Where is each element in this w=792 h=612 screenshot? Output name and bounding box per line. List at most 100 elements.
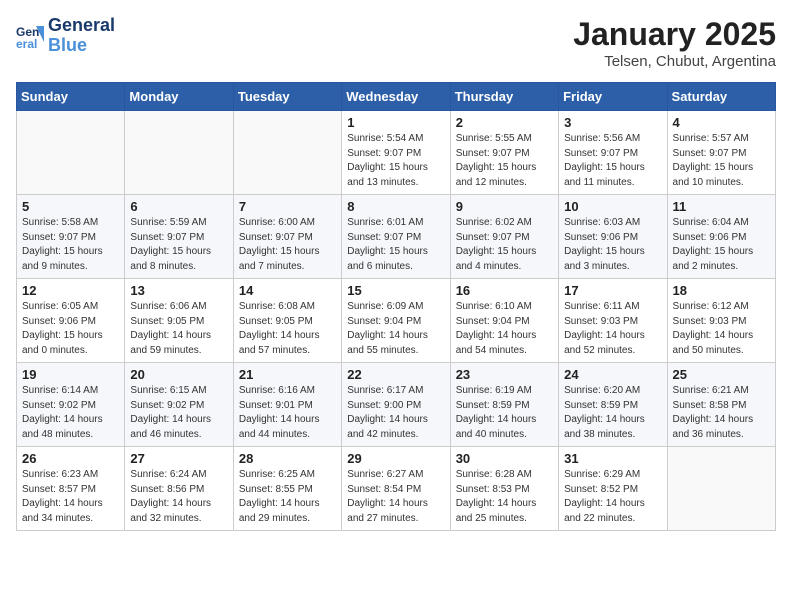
weekday-header: Friday xyxy=(559,83,667,111)
cell-content: Sunrise: 6:05 AMSunset: 9:06 PMDaylight:… xyxy=(22,300,119,358)
calendar-cell: 6 Sunrise: 5:59 AMSunset: 9:07 PMDaylight… xyxy=(125,195,233,279)
cell-content: Sunrise: 6:25 AMSunset: 8:55 PMDaylight:… xyxy=(239,468,336,526)
calendar-cell: 4Sunrise: 5:57 AMSunset: 9:07 PMDaylight… xyxy=(667,111,775,195)
day-number: 17 xyxy=(564,283,661,298)
cell-content: Sunrise: 6:27 AMSunset: 8:54 PMDaylight:… xyxy=(347,468,444,526)
cell-content: Sunrise: 6:24 AMSunset: 8:56 PMDaylight:… xyxy=(130,468,227,526)
calendar-cell: 10 Sunrise: 6:03 AMSunset: 9:06 PMDayligh… xyxy=(559,195,667,279)
cell-content: Sunrise: 6:28 AMSunset: 8:53 PMDaylight:… xyxy=(456,468,553,526)
day-number: 22 xyxy=(347,367,444,382)
calendar-cell: 7Sunrise: 6:00 AMSunset: 9:07 PMDaylight… xyxy=(233,195,341,279)
day-number: 12 xyxy=(22,283,119,298)
calendar-cell: 28 Sunrise: 6:25 AMSunset: 8:55 PMDayligh… xyxy=(233,447,341,531)
day-number: 11 xyxy=(673,199,770,214)
day-number: 30 xyxy=(456,451,553,466)
cell-content: Sunrise: 6:11 AMSunset: 9:03 PMDaylight:… xyxy=(564,300,661,358)
cell-content: Sunrise: 5:58 AMSunset: 9:07 PMDaylight:… xyxy=(22,216,119,274)
weekday-header: Saturday xyxy=(667,83,775,111)
calendar-cell xyxy=(125,111,233,195)
day-number: 27 xyxy=(130,451,227,466)
cell-content: Sunrise: 6:29 AMSunset: 8:52 PMDaylight:… xyxy=(564,468,661,526)
cell-content: Sunrise: 5:55 AMSunset: 9:07 PMDaylight:… xyxy=(456,132,553,190)
calendar-cell: 1 Sunrise: 5:54 AMSunset: 9:07 PMDaylight… xyxy=(342,111,450,195)
day-number: 15 xyxy=(347,283,444,298)
weekday-header: Sunday xyxy=(17,83,125,111)
cell-content: Sunrise: 6:09 AMSunset: 9:04 PMDaylight:… xyxy=(347,300,444,358)
calendar-cell: 19 Sunrise: 6:14 AMSunset: 9:02 PMDayligh… xyxy=(17,363,125,447)
svg-text:eral: eral xyxy=(16,37,37,50)
calendar-row: 26 Sunrise: 6:23 AMSunset: 8:57 PMDayligh… xyxy=(17,447,776,531)
weekday-header: Monday xyxy=(125,83,233,111)
calendar-cell: 20 Sunrise: 6:15 AMSunset: 9:02 PMDayligh… xyxy=(125,363,233,447)
day-number: 14 xyxy=(239,283,336,298)
calendar-cell: 27 Sunrise: 6:24 AMSunset: 8:56 PMDayligh… xyxy=(125,447,233,531)
cell-content: Sunrise: 6:03 AMSunset: 9:06 PMDaylight:… xyxy=(564,216,661,274)
day-number: 4 xyxy=(673,115,770,130)
calendar-cell: 3 Sunrise: 5:56 AMSunset: 9:07 PMDaylight… xyxy=(559,111,667,195)
calendar-cell: 12 Sunrise: 6:05 AMSunset: 9:06 PMDayligh… xyxy=(17,279,125,363)
calendar-cell: 22 Sunrise: 6:17 AMSunset: 9:00 PMDayligh… xyxy=(342,363,450,447)
day-number: 9 xyxy=(456,199,553,214)
day-number: 21 xyxy=(239,367,336,382)
logo-icon: Gen eral xyxy=(16,22,44,50)
weekday-header: Wednesday xyxy=(342,83,450,111)
cell-content: Sunrise: 6:04 AMSunset: 9:06 PMDaylight:… xyxy=(673,216,770,274)
cell-content: Sunrise: 6:20 AMSunset: 8:59 PMDaylight:… xyxy=(564,384,661,442)
day-number: 8 xyxy=(347,199,444,214)
cell-content: Sunrise: 5:56 AMSunset: 9:07 PMDaylight:… xyxy=(564,132,661,190)
day-number: 7 xyxy=(239,199,336,214)
calendar-cell: 2 Sunrise: 5:55 AMSunset: 9:07 PMDaylight… xyxy=(450,111,558,195)
cell-content: Sunrise: 6:14 AMSunset: 9:02 PMDaylight:… xyxy=(22,384,119,442)
cell-content: Sunrise: 5:54 AMSunset: 9:07 PMDaylight:… xyxy=(347,132,444,190)
calendar-cell: 13Sunrise: 6:06 AMSunset: 9:05 PMDayligh… xyxy=(125,279,233,363)
day-number: 19 xyxy=(22,367,119,382)
day-number: 5 xyxy=(22,199,119,214)
day-number: 2 xyxy=(456,115,553,130)
logo-text: General Blue xyxy=(48,16,115,56)
day-number: 3 xyxy=(564,115,661,130)
cell-content: Sunrise: 5:59 AMSunset: 9:07 PMDaylight:… xyxy=(130,216,227,274)
calendar-cell: 14 Sunrise: 6:08 AMSunset: 9:05 PMDayligh… xyxy=(233,279,341,363)
day-number: 1 xyxy=(347,115,444,130)
day-number: 6 xyxy=(130,199,227,214)
day-number: 16 xyxy=(456,283,553,298)
calendar-row: 5 Sunrise: 5:58 AMSunset: 9:07 PMDaylight… xyxy=(17,195,776,279)
calendar-cell: 25Sunrise: 6:21 AMSunset: 8:58 PMDayligh… xyxy=(667,363,775,447)
logo: Gen eral General Blue xyxy=(16,16,115,56)
calendar-row: 1 Sunrise: 5:54 AMSunset: 9:07 PMDaylight… xyxy=(17,111,776,195)
day-number: 23 xyxy=(456,367,553,382)
day-number: 13 xyxy=(130,283,227,298)
calendar-cell xyxy=(233,111,341,195)
day-number: 10 xyxy=(564,199,661,214)
calendar-cell: 29 Sunrise: 6:27 AMSunset: 8:54 PMDayligh… xyxy=(342,447,450,531)
calendar-cell: 8Sunrise: 6:01 AMSunset: 9:07 PMDaylight… xyxy=(342,195,450,279)
calendar-cell: 30 Sunrise: 6:28 AMSunset: 8:53 PMDayligh… xyxy=(450,447,558,531)
month-title: January 2025 xyxy=(573,16,776,53)
cell-content: Sunrise: 6:12 AMSunset: 9:03 PMDaylight:… xyxy=(673,300,770,358)
cell-content: Sunrise: 6:02 AMSunset: 9:07 PMDaylight:… xyxy=(456,216,553,274)
calendar-cell: 31Sunrise: 6:29 AMSunset: 8:52 PMDayligh… xyxy=(559,447,667,531)
calendar-cell: 9 Sunrise: 6:02 AMSunset: 9:07 PMDaylight… xyxy=(450,195,558,279)
title-block: January 2025 Telsen, Chubut, Argentina xyxy=(573,16,776,70)
calendar: SundayMondayTuesdayWednesdayThursdayFrid… xyxy=(16,82,776,531)
day-number: 29 xyxy=(347,451,444,466)
calendar-cell: 18 Sunrise: 6:12 AMSunset: 9:03 PMDayligh… xyxy=(667,279,775,363)
day-number: 28 xyxy=(239,451,336,466)
calendar-cell: 23 Sunrise: 6:19 AMSunset: 8:59 PMDayligh… xyxy=(450,363,558,447)
cell-content: Sunrise: 6:17 AMSunset: 9:00 PMDaylight:… xyxy=(347,384,444,442)
cell-content: Sunrise: 6:19 AMSunset: 8:59 PMDaylight:… xyxy=(456,384,553,442)
calendar-row: 12 Sunrise: 6:05 AMSunset: 9:06 PMDayligh… xyxy=(17,279,776,363)
calendar-cell: 21 Sunrise: 6:16 AMSunset: 9:01 PMDayligh… xyxy=(233,363,341,447)
weekday-header: Thursday xyxy=(450,83,558,111)
calendar-cell: 17 Sunrise: 6:11 AMSunset: 9:03 PMDayligh… xyxy=(559,279,667,363)
cell-content: Sunrise: 6:15 AMSunset: 9:02 PMDaylight:… xyxy=(130,384,227,442)
cell-content: Sunrise: 6:08 AMSunset: 9:05 PMDaylight:… xyxy=(239,300,336,358)
day-number: 26 xyxy=(22,451,119,466)
day-number: 25 xyxy=(673,367,770,382)
cell-content: Sunrise: 6:16 AMSunset: 9:01 PMDaylight:… xyxy=(239,384,336,442)
day-number: 18 xyxy=(673,283,770,298)
cell-content: Sunrise: 6:23 AMSunset: 8:57 PMDaylight:… xyxy=(22,468,119,526)
cell-content: Sunrise: 6:10 AMSunset: 9:04 PMDaylight:… xyxy=(456,300,553,358)
calendar-cell xyxy=(667,447,775,531)
day-number: 20 xyxy=(130,367,227,382)
